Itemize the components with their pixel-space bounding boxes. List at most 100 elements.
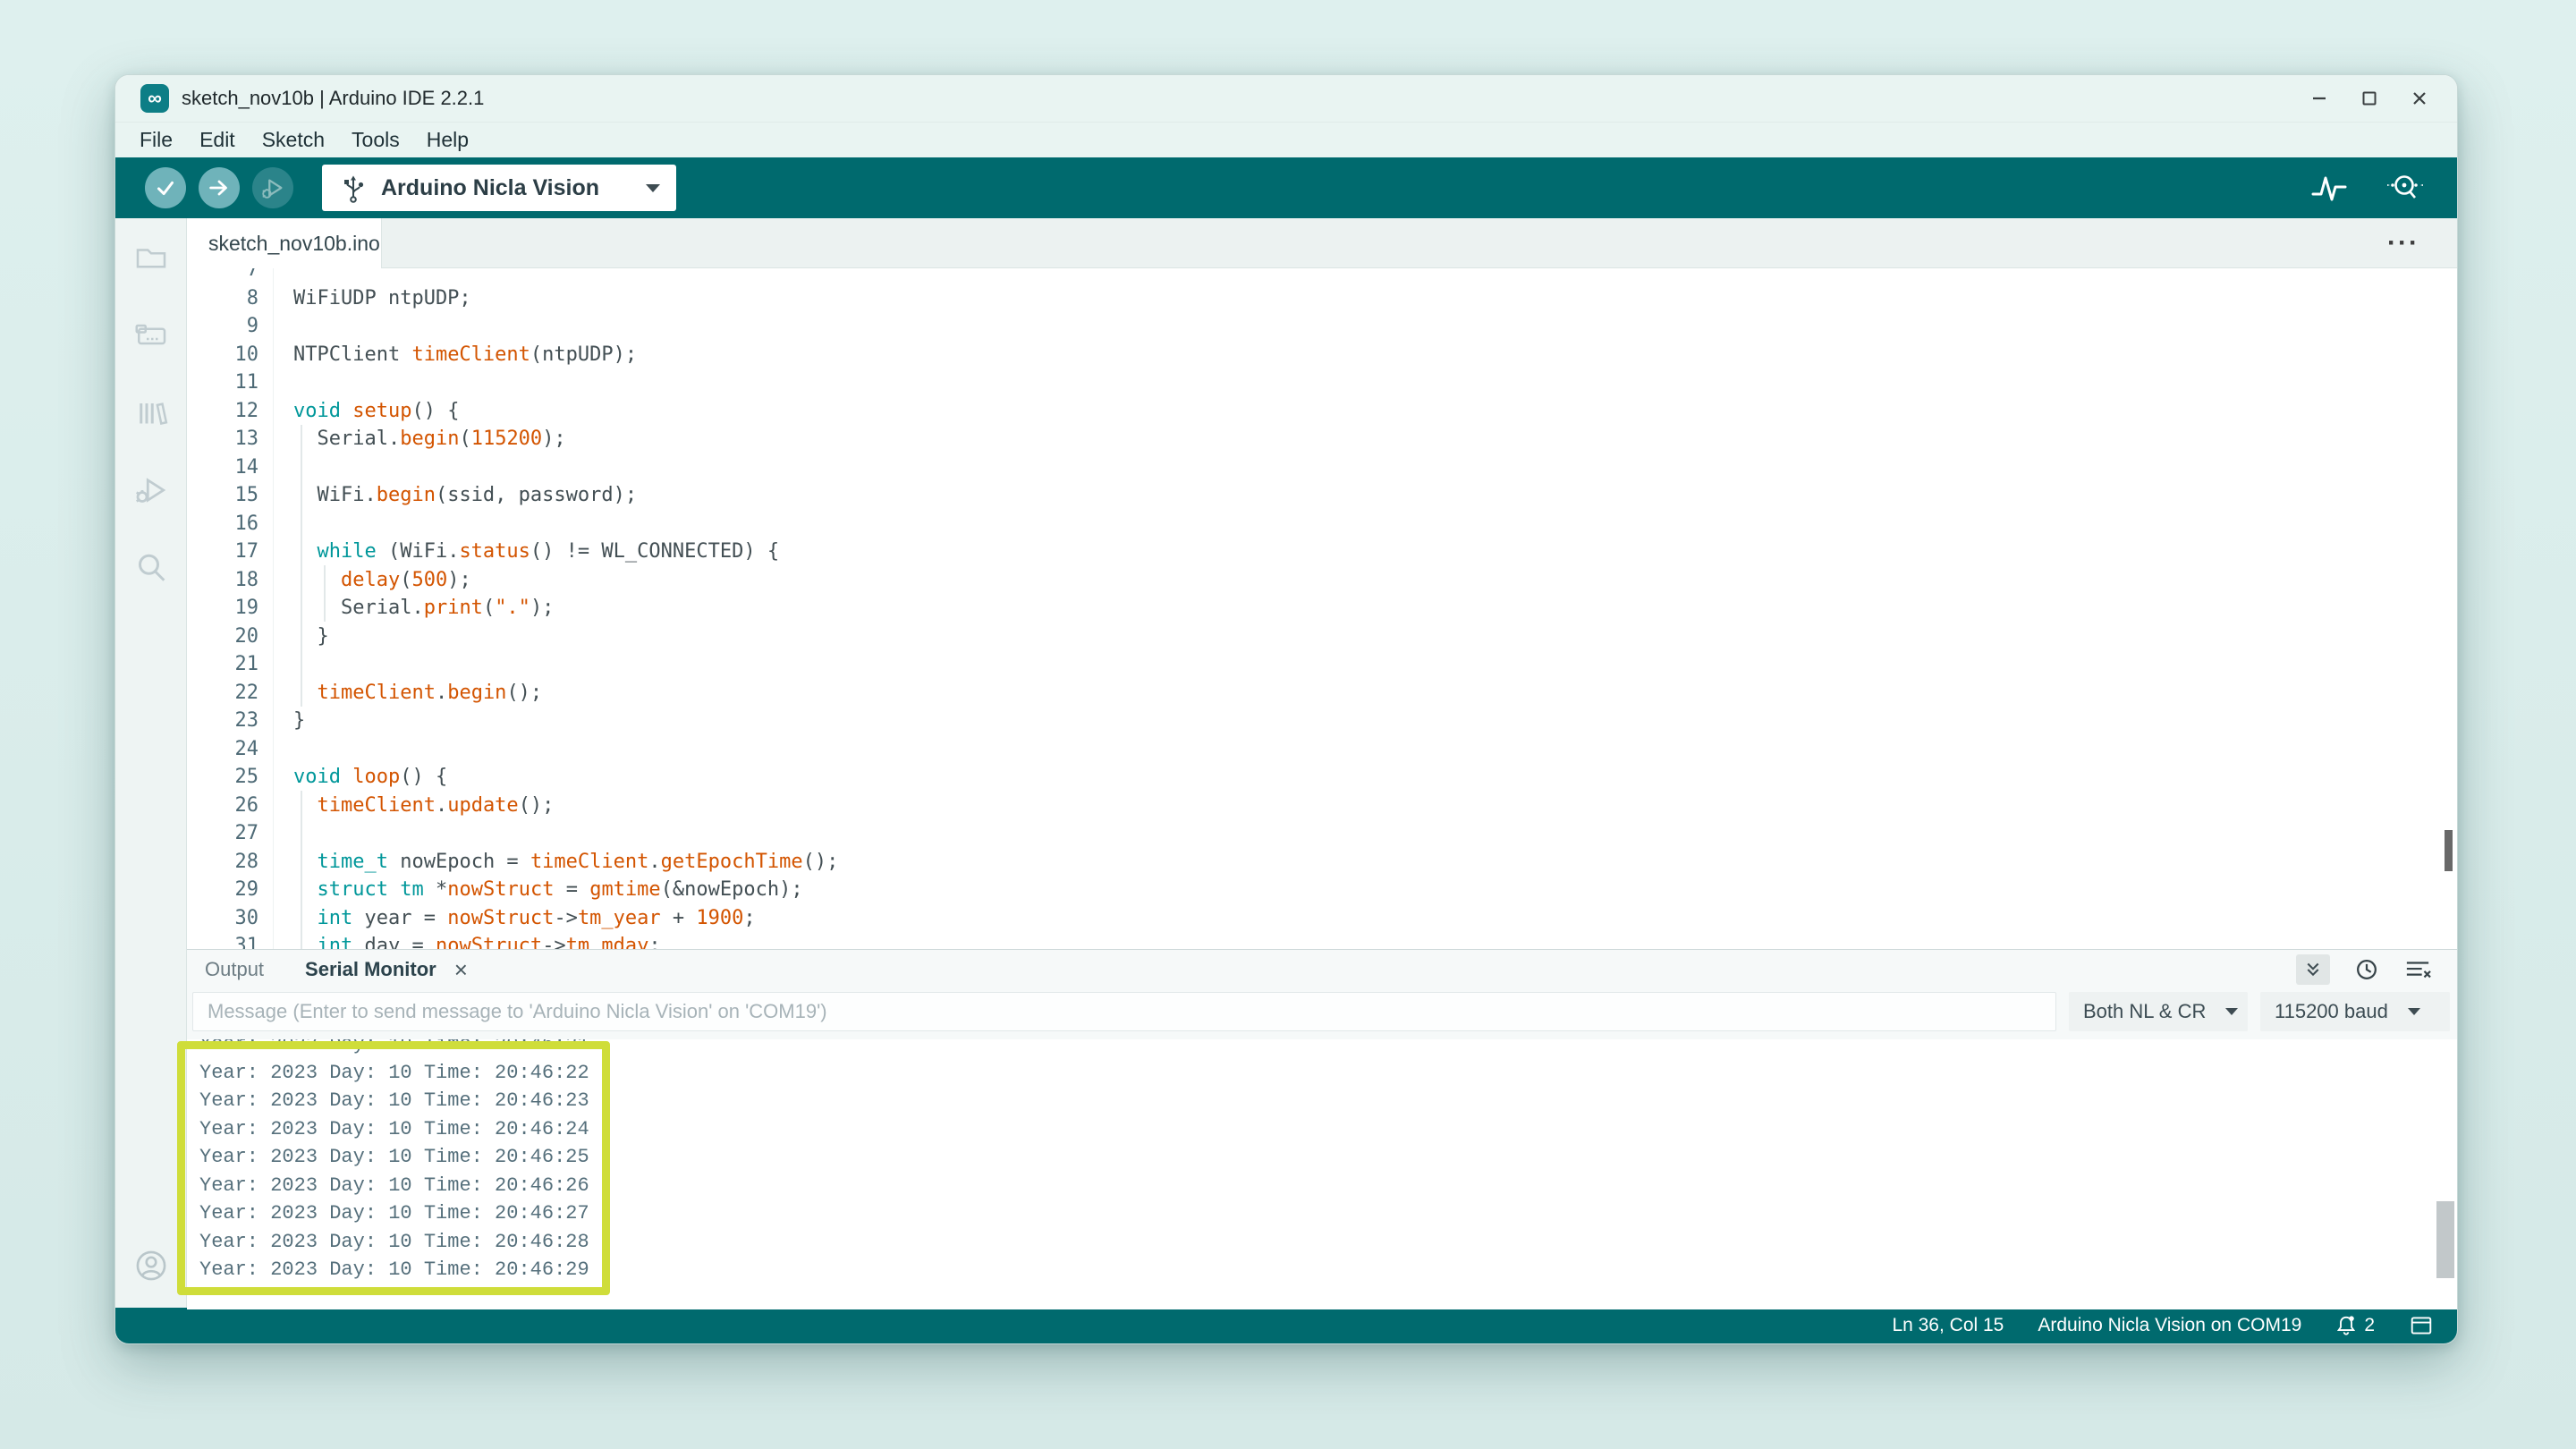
code-line: 14 [187,453,2457,482]
search-icon[interactable] [131,547,172,589]
boards-manager-icon[interactable] [131,314,172,355]
line-content [273,312,293,341]
sketchbook-folder-icon[interactable] [131,236,172,277]
line-content [273,369,293,397]
verify-button[interactable] [145,167,186,208]
minimize-button[interactable] [2294,79,2344,118]
arduino-logo-icon: ∞ [140,84,169,113]
line-content [273,453,293,482]
line-content: Serial.print("."); [273,594,554,623]
baud-rate-value: 115200 baud [2275,1000,2388,1023]
clear-output-button[interactable] [2403,957,2432,982]
chevron-down-icon [646,184,660,192]
upload-button[interactable] [199,167,240,208]
serial-scrollbar-thumb[interactable] [2436,1201,2454,1278]
editor-scrollbar-thumb[interactable] [2445,830,2453,871]
code-line: 13 Serial.begin(115200); [187,425,2457,453]
arrow-right-icon [206,174,233,201]
code-line: 19 Serial.print("."); [187,594,2457,623]
serial-monitor-button[interactable] [2385,172,2425,204]
line-number: 28 [187,848,273,877]
timestamp-toggle[interactable] [2353,956,2380,983]
line-content: WiFiUDP ntpUDP; [273,284,471,313]
debug-sidebar-icon[interactable] [131,470,172,511]
panel-actions [2296,954,2432,985]
line-number: 13 [187,425,273,453]
board-selector[interactable]: Arduino Nicla Vision [322,165,676,211]
line-content: timeClient.update(); [273,792,554,820]
maximize-button[interactable] [2344,79,2394,118]
baud-rate-dropdown[interactable]: 115200 baud [2260,992,2450,1031]
line-number: 18 [187,566,273,595]
menu-sketch[interactable]: Sketch [249,123,338,157]
indent-guide [324,565,326,622]
editor-area: sketch_nov10b.ino ··· 78WiFiUDP ntpUDP;9… [187,218,2457,949]
serial-line: Year: 2023 Day: 10 Time: 20:46:26 [199,1172,2457,1200]
serial-line: Year: 2023 Day: 10 Time: 20:46:23 [199,1087,2457,1115]
line-number: 20 [187,623,273,651]
cursor-position[interactable]: Ln 36, Col 15 [1892,1315,2004,1336]
menu-edit[interactable]: Edit [186,123,249,157]
menu-tools[interactable]: Tools [338,123,413,157]
close-serial-tab-icon[interactable]: × [454,961,468,979]
more-actions-icon[interactable]: ··· [2387,234,2419,252]
line-number: 7 [187,268,273,284]
code-line: 18 delay(500); [187,566,2457,595]
line-number: 23 [187,707,273,735]
line-number: 24 [187,735,273,764]
line-number: 29 [187,876,273,904]
line-content [273,819,293,848]
code-line: 26 timeClient.update(); [187,792,2457,820]
line-number: 14 [187,453,273,482]
code-line: 17 while (WiFi.status() != WL_CONNECTED)… [187,538,2457,566]
scroll-to-bottom-toggle[interactable] [2296,954,2330,985]
debug-button[interactable] [252,167,293,208]
tab-serial-monitor[interactable]: Serial Monitor [300,958,442,981]
board-port-status[interactable]: Arduino Nicla Vision on COM19 [2038,1315,2301,1336]
code-line: 15 WiFi.begin(ssid, password); [187,481,2457,510]
serial-output-lines: Year: 2023 Day: 10 Time: 20:46:21Year: 2… [187,1039,2457,1284]
tab-sketch-ino[interactable]: sketch_nov10b.ino [187,218,382,268]
code-line: 22 timeClient.begin(); [187,679,2457,708]
panel-tabbar: Output Serial Monitor × [187,950,2457,988]
notification-count: 2 [2364,1315,2375,1336]
line-content: void loop() { [273,763,447,792]
line-number: 10 [187,341,273,369]
code-line: 31 int day = nowStruct->tm_mday; [187,932,2457,949]
statusbar: Ln 36, Col 15 Arduino Nicla Vision on CO… [115,1308,2457,1343]
line-number: 31 [187,932,273,949]
indent-guide [301,791,302,949]
indent-guide [301,425,302,707]
code-line: 12void setup() { [187,397,2457,426]
line-content [273,735,293,764]
serial-output-area[interactable]: Year: 2023 Day: 10 Time: 20:46:21Year: 2… [187,1039,2457,1309]
line-content: Serial.begin(115200); [273,425,566,453]
line-number: 15 [187,481,273,510]
editor-and-panel: sketch_nov10b.ino ··· 78WiFiUDP ntpUDP;9… [187,218,2457,1308]
chevron-down-icon [2408,1008,2420,1015]
menubar: File Edit Sketch Tools Help [115,122,2457,157]
menu-help[interactable]: Help [413,123,482,157]
chevron-down-icon [2225,1008,2238,1015]
toolbar-right [2310,172,2457,204]
bell-icon [2335,1314,2357,1337]
code-line: 25void loop() { [187,763,2457,792]
window-body: sketch_nov10b.ino ··· 78WiFiUDP ntpUDP;9… [115,218,2457,1308]
notifications[interactable]: 2 [2335,1314,2375,1337]
line-number: 8 [187,284,273,313]
library-manager-icon[interactable] [131,392,172,433]
line-content: } [273,707,305,735]
menu-file[interactable]: File [126,123,186,157]
account-icon[interactable] [131,1245,172,1286]
line-content: WiFi.begin(ssid, password); [273,481,637,510]
tab-output[interactable]: Output [199,958,269,981]
usb-icon [340,173,367,203]
line-ending-dropdown[interactable]: Both NL & CR [2069,992,2248,1031]
close-button[interactable] [2394,79,2445,118]
bottom-panel: Output Serial Monitor × [187,949,2457,1309]
serial-message-input[interactable] [192,992,2056,1031]
line-content [273,268,293,284]
code-editor[interactable]: 78WiFiUDP ntpUDP;910NTPClient timeClient… [187,268,2457,949]
serial-plotter-button[interactable] [2310,173,2348,203]
toggle-panel-button[interactable] [2409,1315,2434,1336]
